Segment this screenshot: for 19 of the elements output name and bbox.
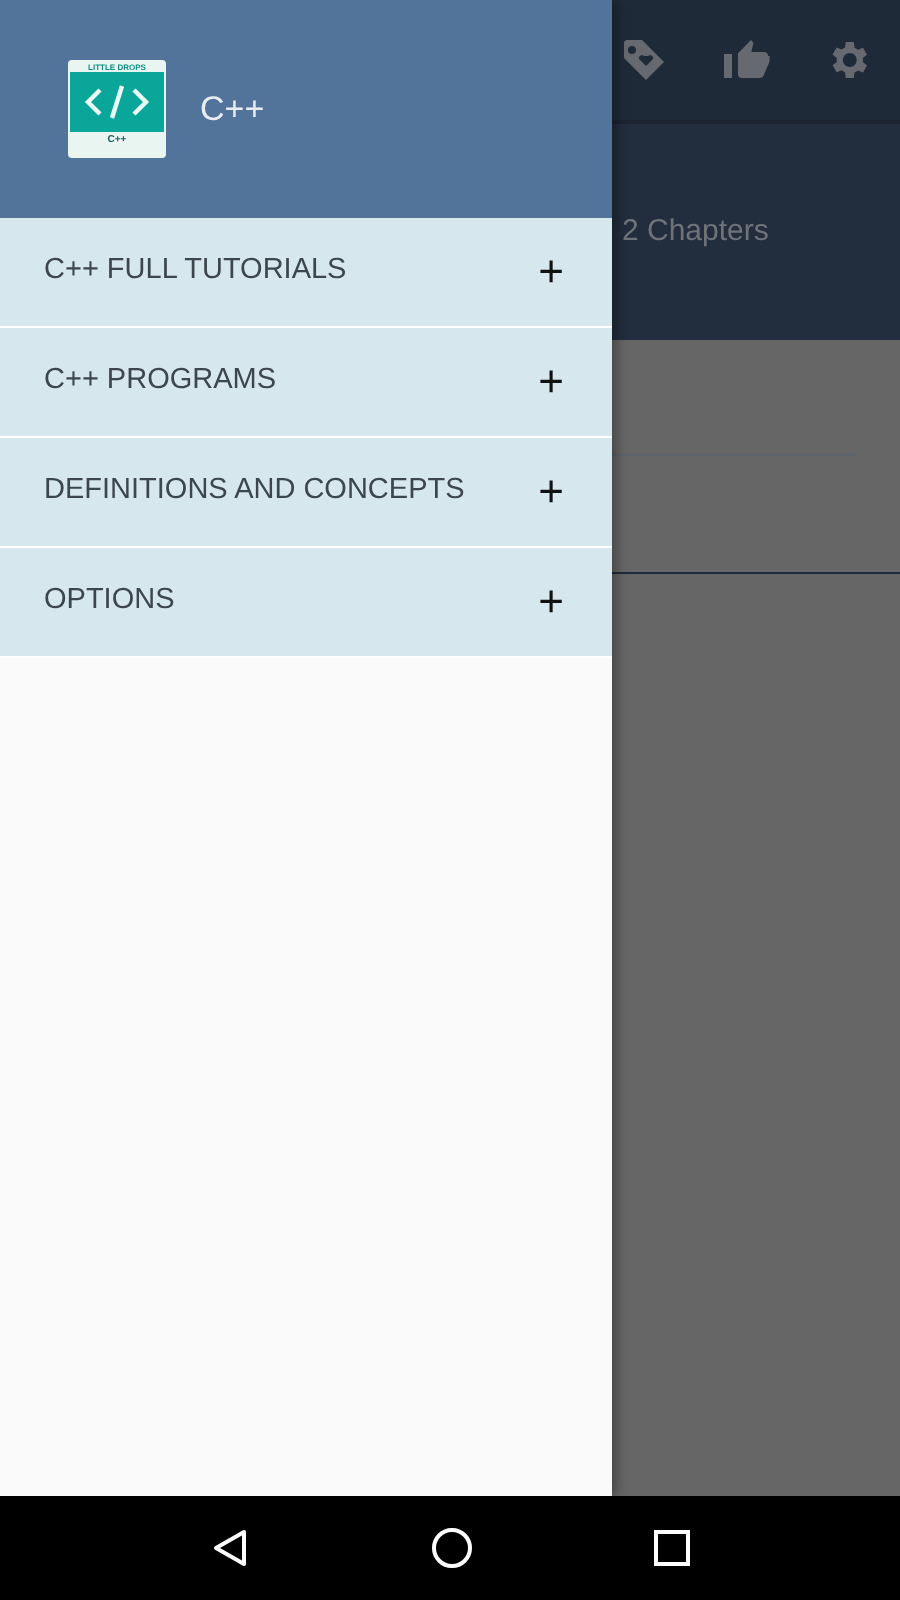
menu-item[interactable]: DEFINITIONS AND CONCEPTS +: [0, 438, 612, 548]
app-title: C++: [200, 87, 265, 132]
back-icon[interactable]: [210, 1528, 250, 1568]
chapter-count: 2 Chapters: [622, 214, 769, 248]
thumbs-up-icon[interactable]: [720, 36, 772, 84]
expand-toggle[interactable]: +: [538, 470, 564, 514]
expand-toggle[interactable]: +: [538, 580, 564, 624]
tag-icon[interactable]: [620, 36, 668, 84]
menu-item-label: OPTIONS: [44, 582, 175, 621]
home-icon[interactable]: [430, 1526, 474, 1570]
menu-item[interactable]: OPTIONS +: [0, 548, 612, 658]
expand-toggle[interactable]: +: [538, 250, 564, 294]
menu-item[interactable]: C++ PROGRAMS +: [0, 328, 612, 438]
menu-item-label: C++ PROGRAMS: [44, 362, 277, 401]
expand-toggle[interactable]: +: [538, 360, 564, 404]
recents-icon[interactable]: [654, 1530, 690, 1566]
menu-item-label: DEFINITIONS AND CONCEPTS: [44, 472, 465, 511]
menu-item-label: C++ FULL TUTORIALS: [44, 252, 347, 291]
menu-item[interactable]: C++ FULL TUTORIALS +: [0, 218, 612, 328]
